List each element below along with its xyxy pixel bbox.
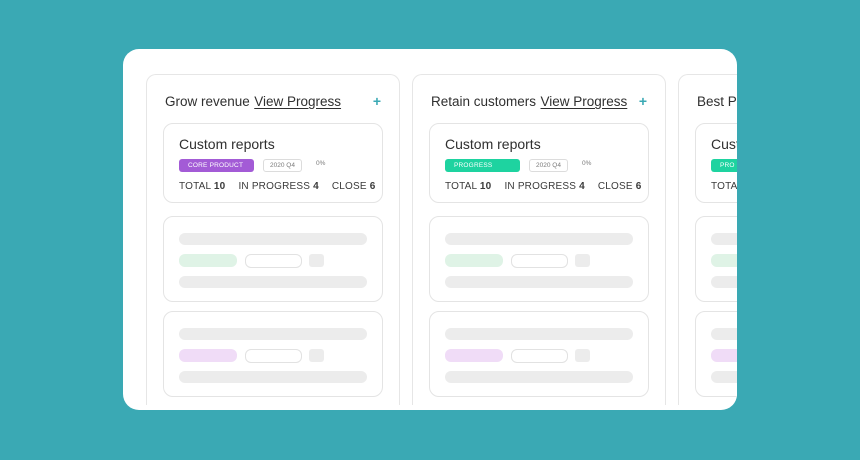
close-value: 6 [369, 181, 376, 192]
goal-column-partial: Best P Cust PRO TOTA [678, 74, 737, 405]
plus-icon[interactable]: + [639, 93, 647, 109]
in-progress-value: 4 [313, 181, 319, 192]
status-badge: PRO [711, 159, 737, 172]
skeleton-card [163, 216, 383, 302]
skeleton-square [309, 254, 324, 267]
card-stats: TOTAL 10 IN PROGRESS 4 CLOSE 6 [445, 181, 642, 192]
background: { "columns": [ { "title": "Grow revenue"… [0, 0, 860, 460]
skeleton-card [163, 311, 383, 397]
view-progress-link[interactable]: View Progress [254, 94, 341, 109]
skeleton-line [179, 328, 367, 340]
skeleton-box [245, 349, 302, 363]
card-title: Custom reports [445, 136, 541, 152]
skeleton-line [711, 276, 737, 288]
in-progress-label: IN PROGRESS [238, 181, 311, 192]
plus-icon[interactable]: + [373, 93, 381, 109]
in-progress-label: IN PROGRESS [504, 181, 577, 192]
column-title: Retain customers [431, 94, 537, 109]
skeleton-line [711, 328, 737, 340]
skeleton-line [179, 276, 367, 288]
skeleton-pill [445, 349, 503, 362]
skeleton-line [445, 328, 633, 340]
card-title: Cust [711, 136, 737, 152]
skeleton-square [309, 349, 324, 362]
skeleton-card [695, 311, 737, 397]
card-stats: TOTA [711, 181, 737, 192]
period-chip: 2020 Q4 [263, 159, 302, 172]
total-label: TOTAL [445, 181, 477, 192]
in-progress-value: 4 [579, 181, 585, 192]
view-progress-link[interactable]: View Progress [541, 94, 628, 109]
close-label: CLOSE [331, 181, 367, 192]
skeleton-line [711, 233, 737, 245]
percent-label: 0% [582, 160, 592, 167]
skeleton-line [445, 233, 633, 245]
skeleton-box [511, 349, 568, 363]
skeleton-card [429, 311, 649, 397]
column-header: Retain customers View Progress + [431, 93, 647, 113]
category-badge: CORE PRODUCT [179, 159, 254, 172]
skeleton-box [511, 254, 568, 268]
total-value: 10 [479, 181, 492, 192]
total-label: TOTAL [179, 181, 211, 192]
skeleton-box [245, 254, 302, 268]
total-label: TOTA [711, 181, 737, 192]
percent-label: 0% [316, 160, 326, 167]
skeleton-line [445, 371, 633, 383]
close-label: CLOSE [597, 181, 633, 192]
total-value: 10 [213, 181, 226, 192]
close-value: 6 [635, 181, 642, 192]
card-stats: TOTAL 10 IN PROGRESS 4 CLOSE 6 [179, 181, 376, 192]
column-title: Best P [697, 94, 737, 109]
board-panel: Grow revenue View Progress + Custom repo… [123, 49, 737, 410]
skeleton-card [695, 216, 737, 302]
skeleton-square [575, 349, 590, 362]
skeleton-pill [179, 349, 237, 362]
status-badge: PROGRESS [445, 159, 520, 172]
skeleton-pill [179, 254, 237, 267]
skeleton-card [429, 216, 649, 302]
skeleton-line [711, 371, 737, 383]
goal-column-retain-customers: Retain customers View Progress + Custom … [412, 74, 666, 405]
skeleton-pill [445, 254, 503, 267]
card-title: Custom reports [179, 136, 275, 152]
skeleton-pill [711, 254, 737, 267]
goal-card[interactable]: Custom reports CORE PRODUCT 2020 Q4 0% T… [163, 123, 383, 203]
skeleton-line [179, 371, 367, 383]
skeleton-square [575, 254, 590, 267]
period-chip: 2020 Q4 [529, 159, 568, 172]
skeleton-line [445, 276, 633, 288]
goal-card[interactable]: Cust PRO TOTA [695, 123, 737, 203]
column-title: Grow revenue [165, 94, 250, 109]
column-header: Best P [697, 93, 737, 113]
goal-column-grow-revenue: Grow revenue View Progress + Custom repo… [146, 74, 400, 405]
column-header: Grow revenue View Progress + [165, 93, 381, 113]
skeleton-pill [711, 349, 737, 362]
skeleton-line [179, 233, 367, 245]
goal-card[interactable]: Custom reports PROGRESS 2020 Q4 0% TOTAL… [429, 123, 649, 203]
